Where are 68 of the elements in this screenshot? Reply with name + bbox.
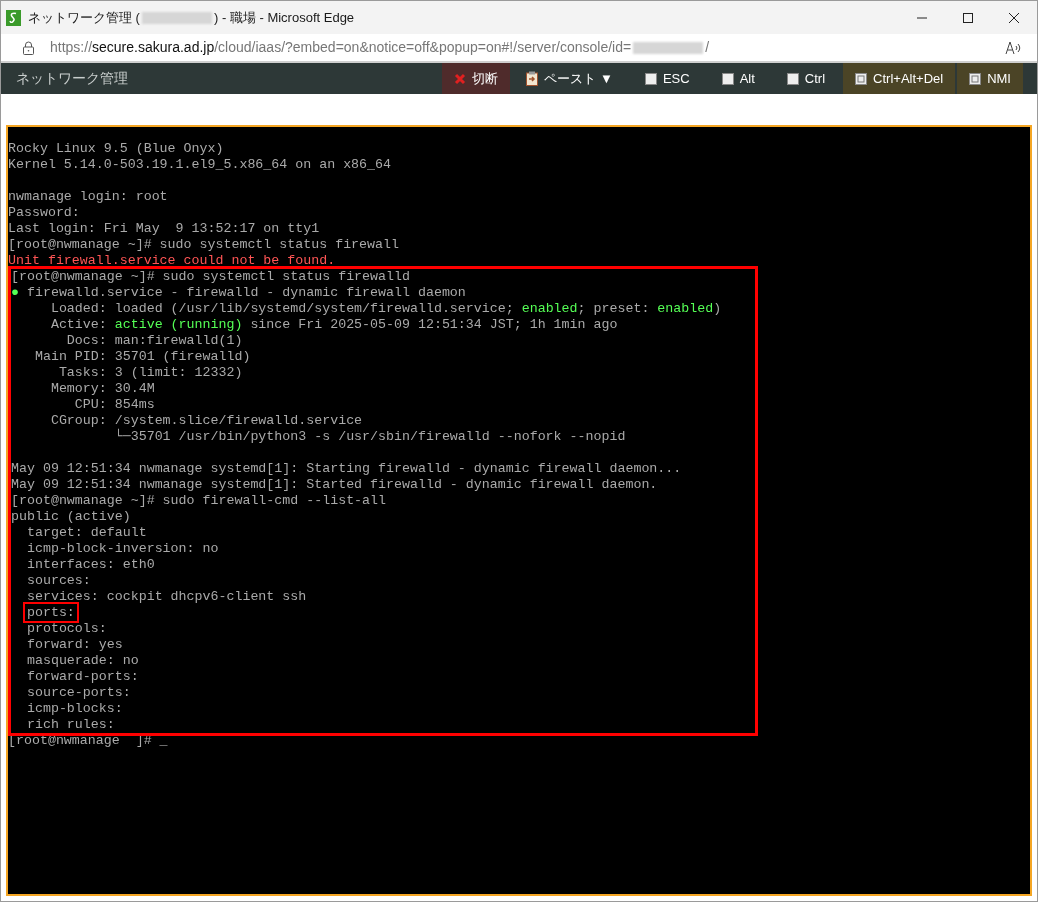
console-text: ; preset: xyxy=(577,301,651,316)
console-text: [root@nwmanage ~]# sudo systemctl status firewalld xyxy=(11,269,410,284)
toolbar-title: ネットワーク管理 xyxy=(16,69,128,88)
console-text: Loaded: loaded (/usr/lib/systemd/system/firewalld.service; xyxy=(49,301,515,316)
console-text: forward: yes xyxy=(25,637,123,652)
app-logo-icon xyxy=(6,9,21,26)
console-text: interfaces: eth0 xyxy=(25,557,155,572)
console-text: ports: xyxy=(25,605,76,620)
disconnect-button[interactable]: 切断 xyxy=(442,63,511,94)
console-text: Password: xyxy=(8,205,80,220)
status-text: enabled xyxy=(657,301,714,316)
console-text: [root@nwmanage ~]# sudo systemctl status firewall xyxy=(8,237,399,252)
console-text: Tasks: 3 (limit: 12332) xyxy=(57,365,243,380)
console-text: Last login: Fri May 9 13:52:17 on tty1 xyxy=(8,221,320,236)
console-text: nwmanage login: root xyxy=(8,189,168,204)
console-text: icmp-blocks: xyxy=(25,701,123,716)
console-text: masquerade: no xyxy=(25,653,139,668)
url-text[interactable]: / xyxy=(705,37,710,58)
checkbox[interactable] xyxy=(721,72,734,85)
window-title: ) - 職場 - Microsoft Edge xyxy=(213,8,355,27)
console-text: sources: xyxy=(25,573,91,588)
maximize-icon xyxy=(963,12,973,23)
close-icon xyxy=(454,72,467,85)
console-text: Memory: 30.4M xyxy=(49,381,155,396)
error-text: Unit firewall.service could not be found. xyxy=(8,253,336,268)
window-title: ネットワーク管理 ( xyxy=(28,8,140,27)
console-text: May 09 12:51:34 nwmanage systemd[1]: Starting firewalld - dynamic firewall daemon... xyxy=(11,461,682,476)
console-text: public (active) xyxy=(11,509,131,524)
lock-icon xyxy=(23,40,34,55)
console-text: since Fri 2025-05-09 12:51:34 JST; 1h 1min ago xyxy=(249,317,618,332)
console-text: icmp-block-inversion: no xyxy=(25,541,219,556)
console-text: Active: xyxy=(49,317,108,332)
key-icon xyxy=(969,72,982,85)
checkbox[interactable] xyxy=(786,72,799,85)
console-text: forward-ports: xyxy=(25,669,139,684)
console-text: services: cockpit dhcpv6-client ssh xyxy=(25,589,307,604)
url-text[interactable]: https://secure.sakura.ad.jp/cloud/iaas/?embed=on&notice=off&popup=on#!/server/console/id= xyxy=(50,37,632,58)
console-text: CPU: 854ms xyxy=(73,397,155,412)
console-text: Main PID: 35701 (firewalld) xyxy=(33,349,251,364)
status-text: active (running) xyxy=(114,317,243,332)
redacted-text xyxy=(633,41,704,54)
console-text: source-ports: xyxy=(25,685,131,700)
key-icon xyxy=(855,72,868,85)
status-text: ● xyxy=(11,285,19,300)
clipboard-icon xyxy=(526,71,539,86)
console-text: firewalld.service - firewalld - dynamic firewall daemon xyxy=(25,285,466,300)
console-text: Rocky Linux 9.5 (Blue Onyx) xyxy=(8,141,224,156)
key-toggle[interactable]: Ctrl xyxy=(770,63,842,94)
console-text: Docs: man:firewalld(1) xyxy=(65,333,243,348)
console-text: rich rules: xyxy=(25,717,115,732)
console-text: ) xyxy=(713,301,722,316)
console-text: └─35701 /usr/bin/python3 -s /usr/sbin/firewalld --nofork --nopid xyxy=(113,429,626,444)
key-toggle[interactable]: Alt xyxy=(705,63,771,94)
console-text: [root@nwmanage ~]# sudo firewall-cmd --list-all xyxy=(11,493,387,508)
read-aloud-icon[interactable] xyxy=(1005,40,1021,55)
console-text: protocols: xyxy=(25,621,107,636)
console-text: target: default xyxy=(25,525,147,540)
key-button[interactable]: Ctrl+Alt+Del xyxy=(843,63,956,94)
checkbox[interactable] xyxy=(644,72,657,85)
key-toggle[interactable]: ESC xyxy=(628,63,706,94)
paste-button[interactable]: ペースト ▼ xyxy=(510,63,629,94)
status-text: enabled xyxy=(521,301,578,316)
redacted-text xyxy=(141,11,212,24)
close-icon xyxy=(1009,12,1019,23)
console-text: May 09 12:51:34 nwmanage systemd[1]: Started firewalld - dynamic firewall daemon. xyxy=(11,477,658,492)
key-button[interactable]: NMI xyxy=(957,63,1023,94)
console-text: CGroup: /system.slice/firewalld.service xyxy=(49,413,363,428)
console-text: Kernel 5.14.0-503.19.1.el9_5.x86_64 on an x86_64 xyxy=(8,157,391,172)
